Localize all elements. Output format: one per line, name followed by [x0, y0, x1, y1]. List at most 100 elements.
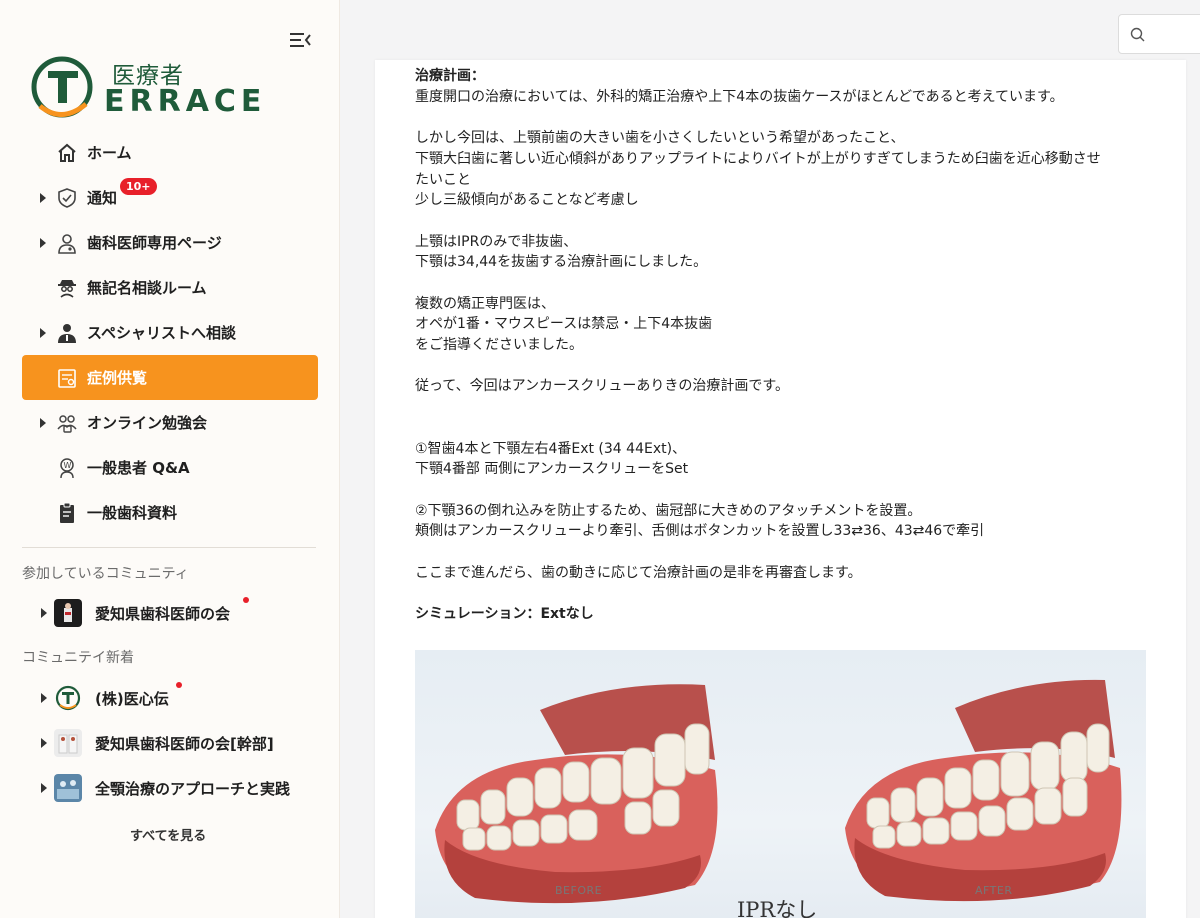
search-box[interactable]	[1118, 14, 1200, 54]
community-label: 愛知県歯科医師の会	[95, 604, 231, 623]
nav-item-online-study[interactable]: オンライン勉強会	[22, 400, 318, 445]
nav-label: 通知	[87, 189, 118, 207]
search-icon	[1130, 27, 1145, 46]
nav-label: 症例供覧	[87, 369, 148, 387]
logo-emblem-icon	[31, 56, 93, 118]
post-line: をご指導くださいました。	[415, 337, 583, 354]
post-line: オペが1番・マウスピースは禁忌・上下4本抜歯	[415, 316, 713, 333]
post-line: たいこと	[415, 171, 471, 188]
post-line: 重度開口の治療においては、外科的矯正治療や上下4本の抜歯ケースがほとんどであると…	[415, 88, 1064, 105]
community-thumbnail	[54, 729, 82, 757]
caret-right-icon[interactable]	[40, 237, 46, 248]
anonymous-icon	[56, 277, 78, 299]
post-line: シミュレーション：Extなし	[415, 606, 594, 623]
post-body: 治療計画： 重度開口の治療においては、外科的矯正治療や上下4本の抜歯ケースがほとん…	[415, 66, 1155, 625]
caret-right-icon[interactable]	[40, 417, 46, 428]
before-arch	[435, 684, 718, 904]
community-item-full-mouth-approach[interactable]: 全顎治療のアプローチと実践	[22, 768, 318, 808]
caret-right-icon[interactable]	[41, 608, 47, 618]
sidebar-divider	[22, 547, 316, 548]
nav-label: オンライン勉強会	[87, 414, 208, 432]
nav-label: スペシャリストへ相談	[87, 324, 236, 342]
nav-item-specialist[interactable]: スペシャリストへ相談	[22, 310, 318, 355]
community-thumbnail	[54, 599, 82, 627]
unread-dot	[243, 597, 249, 603]
case-post-card: 治療計画： 重度開口の治療においては、外科的矯正治療や上下4本の抜歯ケースがほとん…	[375, 60, 1186, 918]
community-item-aichi-dental[interactable]: 愛知県歯科医師の会	[22, 593, 318, 633]
post-line: 頬側はアンカースクリューより牽引、舌側はボタンカットを設置し33⇄36、43⇄4…	[415, 523, 985, 540]
after-arch	[845, 679, 1122, 902]
logo-wordmark: ERRACE	[104, 84, 267, 119]
nav-label: 歯科医師専用ページ	[87, 234, 222, 252]
post-line: 従って、今回はアンカースクリューありきの治療計画です。	[415, 378, 789, 395]
community-label: 全顎治療のアプローチと実践	[95, 779, 291, 798]
specialist-icon	[56, 322, 78, 344]
nav-label: ホーム	[87, 144, 132, 162]
dentist-icon	[56, 232, 78, 254]
post-line: 複数の矯正専門医は、	[415, 295, 555, 312]
new-communities-heading: コミュニテイ新着	[22, 650, 134, 666]
caret-right-icon[interactable]	[40, 192, 46, 203]
community-item-ishinden[interactable]: (株)医心伝	[22, 678, 318, 718]
nav-label: 一般患者 Q&A	[87, 459, 190, 477]
nav-item-home[interactable]: ホーム	[22, 130, 318, 175]
simulation-image: BEFORE AFTER IPRなし	[415, 650, 1146, 918]
home-icon	[56, 142, 78, 164]
community-thumbnail	[54, 774, 82, 802]
post-line: ②下顎36の倒れ込みを防止するため、歯冠部に大きめのアタッチメントを設置。	[415, 502, 922, 519]
search-input[interactable]	[1153, 23, 1193, 45]
post-line: しかし今回は、上顎前歯の大きい歯を小さくしたいという希望があったこと、	[415, 130, 905, 147]
community-label: (株)医心伝	[95, 689, 169, 708]
caret-right-icon[interactable]	[41, 783, 47, 793]
caret-right-icon[interactable]	[40, 327, 46, 338]
post-line: 下顎は34,44を抜歯する治療計画にしました。	[415, 254, 708, 271]
nav-item-case-reports[interactable]: 症例供覧	[22, 355, 318, 400]
post-line: ここまで進んだら、歯の動きに応じて治療計画の是非を再審査します。	[415, 564, 862, 581]
see-all-link[interactable]: すべてを見る	[130, 825, 206, 844]
shield-check-icon	[56, 187, 78, 209]
patient-qa-icon: W	[56, 457, 78, 479]
notification-badge: 10+	[120, 178, 157, 195]
after-label: AFTER	[975, 884, 1013, 897]
nav-label: 一般歯科資料	[87, 504, 178, 522]
collapse-sidebar-icon[interactable]	[288, 30, 312, 50]
post-line: 少し三級傾向があることなど考慮し	[415, 192, 639, 209]
post-line: 下顎4番部 両側にアンカースクリューをSet	[415, 461, 689, 478]
community-label: 愛知県歯科医師の会[幹部]	[95, 734, 274, 753]
post-line: 治療計画：	[415, 68, 485, 84]
sidebar: 医療者 ERRACE ホーム 通知 10+ 歯科医師専用ページ 無記名相談ルーム…	[0, 0, 340, 918]
post-line: 上顎はIPRのみで非抜歯、	[415, 233, 578, 250]
joined-communities-heading: 参加しているコミュニティ	[22, 566, 189, 582]
nav-label: 無記名相談ルーム	[87, 279, 207, 297]
figure-caption: IPRなし	[737, 898, 818, 918]
before-label: BEFORE	[555, 884, 603, 897]
online-study-icon	[56, 412, 78, 434]
caret-right-icon[interactable]	[41, 738, 47, 748]
post-line: ①智歯4本と下顎左右4番Ext (34 44Ext)、	[415, 440, 687, 457]
clipboard-icon	[56, 502, 78, 524]
svg-text:W: W	[64, 461, 72, 470]
unread-dot	[176, 682, 182, 688]
nav-item-patient-qa[interactable]: W 一般患者 Q&A	[22, 445, 318, 490]
post-line: 下顎大臼歯に著しい近心傾斜がありアップライトによりバイトが上がりすぎてしまうため…	[415, 150, 1101, 167]
nav-item-dental-materials[interactable]: 一般歯科資料	[22, 490, 318, 535]
nav-item-notifications[interactable]: 通知 10+	[22, 175, 318, 220]
nav-item-dentist-page[interactable]: 歯科医師専用ページ	[22, 220, 318, 265]
case-report-icon	[56, 367, 78, 389]
nav-item-anonymous-room[interactable]: 無記名相談ルーム	[22, 265, 318, 310]
community-item-aichi-dental-executives[interactable]: 愛知県歯科医師の会[幹部]	[22, 723, 318, 763]
caret-right-icon[interactable]	[41, 693, 47, 703]
main-nav: ホーム 通知 10+ 歯科医師専用ページ 無記名相談ルーム スペシャリストへ相談…	[22, 130, 318, 535]
community-thumbnail	[54, 684, 82, 712]
terrace-logo[interactable]: 医療者 ERRACE	[26, 54, 278, 120]
teeth-simulation-figure	[435, 679, 1122, 904]
